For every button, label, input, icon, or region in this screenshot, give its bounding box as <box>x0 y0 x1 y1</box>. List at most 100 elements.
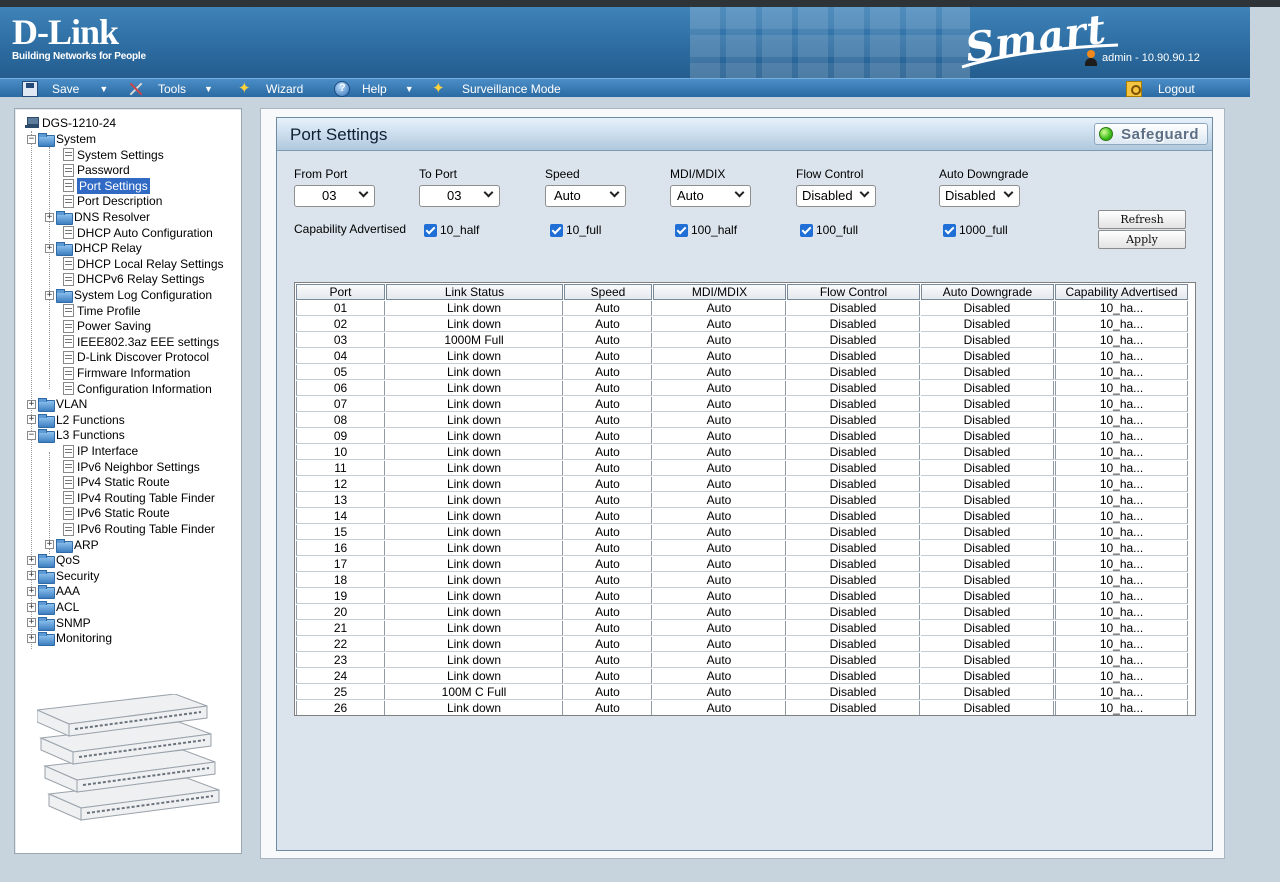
expand-icon[interactable]: + <box>27 555 36 565</box>
table-row[interactable]: 19 Link down Auto Auto Disabled Disabled 10_ha… <box>296 589 1188 604</box>
tree-item-ipv6-routing-finder[interactable]: IPv6 Routing Table Finder <box>63 521 215 537</box>
expand-icon[interactable]: + <box>27 618 36 628</box>
safeguard-indicator[interactable]: Safeguard <box>1094 123 1208 145</box>
tree-item-config-info[interactable]: Configuration Information <box>63 381 212 397</box>
folder-icon <box>56 538 73 553</box>
speed-select[interactable]: Auto <box>545 185 626 207</box>
tree-node-dns-resolver[interactable]: + DNS Resolver <box>45 209 150 225</box>
table-row[interactable]: 21 Link down Auto Auto Disabled Disabled 10_ha… <box>296 621 1188 636</box>
cap-10-half-checkbox[interactable]: 10_half <box>424 223 479 237</box>
tree-item-port-settings[interactable]: Port Settings <box>63 177 150 194</box>
expand-icon[interactable]: + <box>45 243 54 253</box>
tree-node-system[interactable]: − System <box>27 131 96 147</box>
table-row[interactable]: 03 1000M Full Auto Auto Disabled Disabled 10_h… <box>296 333 1188 348</box>
table-row[interactable]: 06 Link down Auto Auto Disabled Disabled 10_ha… <box>296 381 1188 396</box>
table-row[interactable]: 07 Link down Auto Auto Disabled Disabled 10_ha… <box>296 397 1188 412</box>
expand-icon[interactable]: + <box>45 212 54 222</box>
tree-item-system-settings[interactable]: System Settings <box>63 147 164 163</box>
col-flow-control: Flow Control <box>787 284 920 300</box>
menu-logout[interactable]: Logout <box>1126 79 1195 98</box>
table-row[interactable]: 04 Link down Auto Auto Disabled Disabled 10_ha… <box>296 349 1188 364</box>
table-row[interactable]: 24 Link down Auto Auto Disabled Disabled 10_ha… <box>296 669 1188 684</box>
table-row[interactable]: 10 Link down Auto Auto Disabled Disabled 10_ha… <box>296 445 1188 460</box>
tree-item-eee-settings[interactable]: IEEE802.3az EEE settings <box>63 334 219 350</box>
table-row[interactable]: 12 Link down Auto Auto Disabled Disabled 10_ha… <box>296 477 1188 492</box>
table-row[interactable]: 17 Link down Auto Auto Disabled Disabled 10_ha… <box>296 557 1188 572</box>
collapse-icon[interactable]: − <box>27 134 36 144</box>
flow-control-select[interactable]: Disabled <box>796 185 876 207</box>
table-row[interactable]: 02 Link down Auto Auto Disabled Disabled 10_ha… <box>296 317 1188 332</box>
table-row[interactable]: 09 Link down Auto Auto Disabled Disabled 10_ha… <box>296 429 1188 444</box>
tree-node-l2-functions[interactable]: + L2 Functions <box>27 412 125 428</box>
expand-icon[interactable]: + <box>27 399 36 409</box>
tree-item-dhcp-auto-config[interactable]: DHCP Auto Configuration <box>63 225 213 241</box>
tree-item-port-description[interactable]: Port Description <box>63 193 162 209</box>
tree-item-dhcpv6-relay[interactable]: DHCPv6 Relay Settings <box>63 271 204 287</box>
tree-root[interactable]: DGS-1210-24 <box>25 115 116 131</box>
table-row[interactable]: 13 Link down Auto Auto Disabled Disabled 10_ha… <box>296 493 1188 508</box>
auto-downgrade-select[interactable]: Disabled <box>939 185 1020 207</box>
mdi-select[interactable]: Auto <box>670 185 751 207</box>
tree-item-power-saving[interactable]: Power Saving <box>63 318 151 334</box>
table-row[interactable]: 11 Link down Auto Auto Disabled Disabled 10_ha… <box>296 461 1188 476</box>
table-row[interactable]: 05 Link down Auto Auto Disabled Disabled 10_ha… <box>296 365 1188 380</box>
tree-node-arp[interactable]: + ARP <box>45 537 99 553</box>
refresh-button[interactable]: Refresh <box>1098 210 1186 229</box>
tree-item-ipv6-neighbor[interactable]: IPv6 Neighbor Settings <box>63 459 200 475</box>
tree-node-aaa[interactable]: + AAA <box>27 583 80 600</box>
table-row[interactable]: 20 Link down Auto Auto Disabled Disabled 10_ha… <box>296 605 1188 620</box>
expand-icon[interactable]: + <box>45 540 54 550</box>
tree-node-system-log[interactable]: + System Log Configuration <box>45 287 212 303</box>
collapse-icon[interactable]: − <box>27 430 36 440</box>
checkbox-checked-icon <box>800 223 813 237</box>
tree-item-ipv6-static-route[interactable]: IPv6 Static Route <box>63 505 170 521</box>
tree-node-snmp[interactable]: + SNMP <box>27 615 91 631</box>
menu-help[interactable]: Help ▼ <box>334 79 414 98</box>
apply-button[interactable]: Apply <box>1098 230 1186 249</box>
menu-wizard[interactable]: Wizard <box>238 79 303 98</box>
table-row[interactable]: 25 100M C Full Auto Auto Disabled Disabled 10_… <box>296 685 1188 700</box>
cap-100-half-checkbox[interactable]: 100_half <box>675 223 737 237</box>
tree-node-acl[interactable]: + ACL <box>27 599 79 615</box>
cap-10-full-checkbox[interactable]: 10_full <box>550 223 601 237</box>
tree-item-ipv4-static-route[interactable]: IPv4 Static Route <box>63 474 170 490</box>
port-table-container[interactable]: Port Link Status Speed MDI/MDIX Flow Con… <box>294 282 1196 716</box>
to-port-select[interactable]: 03 <box>419 185 500 207</box>
table-row[interactable]: 18 Link down Auto Auto Disabled Disabled 10_ha… <box>296 573 1188 588</box>
tree-item-ip-interface[interactable]: IP Interface <box>63 443 138 459</box>
expand-icon[interactable]: + <box>27 415 36 425</box>
tree-item-dhcp-local-relay[interactable]: DHCP Local Relay Settings <box>63 256 224 272</box>
menu-save[interactable]: Save ▼ <box>22 79 108 98</box>
tree-node-security[interactable]: + Security <box>27 568 99 584</box>
tree-item-firmware-info[interactable]: Firmware Information <box>63 365 190 381</box>
cap-100-full-checkbox[interactable]: 100_full <box>800 223 858 237</box>
expand-icon[interactable]: + <box>27 633 36 643</box>
table-row[interactable]: 26 Link down Auto Auto Disabled Disabled 10_ha… <box>296 701 1188 715</box>
table-row[interactable]: 22 Link down Auto Auto Disabled Disabled 10_ha… <box>296 637 1188 652</box>
tree-item-ipv4-routing-finder[interactable]: IPv4 Routing Table Finder <box>63 490 215 506</box>
tree-item-password[interactable]: Password <box>63 162 130 178</box>
table-row[interactable]: 14 Link down Auto Auto Disabled Disabled 10_ha… <box>296 509 1188 524</box>
page-icon <box>63 304 74 318</box>
from-port-select[interactable]: 03 <box>294 185 375 207</box>
tree-node-monitoring[interactable]: + Monitoring <box>27 630 112 647</box>
tree-item-time-profile[interactable]: Time Profile <box>63 303 141 319</box>
menu-surveillance[interactable]: Surveillance Mode <box>432 79 561 98</box>
tree-node-qos[interactable]: + QoS <box>27 552 80 569</box>
table-row[interactable]: 15 Link down Auto Auto Disabled Disabled 10_ha… <box>296 525 1188 540</box>
table-row[interactable]: 23 Link down Auto Auto Disabled Disabled 10_ha… <box>296 653 1188 668</box>
tree-item-dlink-discover[interactable]: D-Link Discover Protocol <box>63 349 209 365</box>
expand-icon[interactable]: + <box>45 290 54 300</box>
table-row[interactable]: 08 Link down Auto Auto Disabled Disabled 10_ha… <box>296 413 1188 428</box>
tree-node-vlan[interactable]: + VLAN <box>27 396 87 413</box>
tree-node-l3-functions[interactable]: − L3 Functions <box>27 427 125 444</box>
link-status-cell: Link down <box>386 413 563 428</box>
menu-tools[interactable]: Tools ▼ <box>128 79 213 98</box>
tree-node-dhcp-relay[interactable]: + DHCP Relay <box>45 240 142 257</box>
cap-1000-full-checkbox[interactable]: 1000_full <box>943 223 1008 237</box>
expand-icon[interactable]: + <box>27 602 36 612</box>
expand-icon[interactable]: + <box>27 586 36 596</box>
table-row[interactable]: 01 Link down Auto Auto Disabled Disabled 10_ha… <box>296 301 1188 316</box>
table-row[interactable]: 16 Link down Auto Auto Disabled Disabled 10_ha… <box>296 541 1188 556</box>
expand-icon[interactable]: + <box>27 571 36 581</box>
